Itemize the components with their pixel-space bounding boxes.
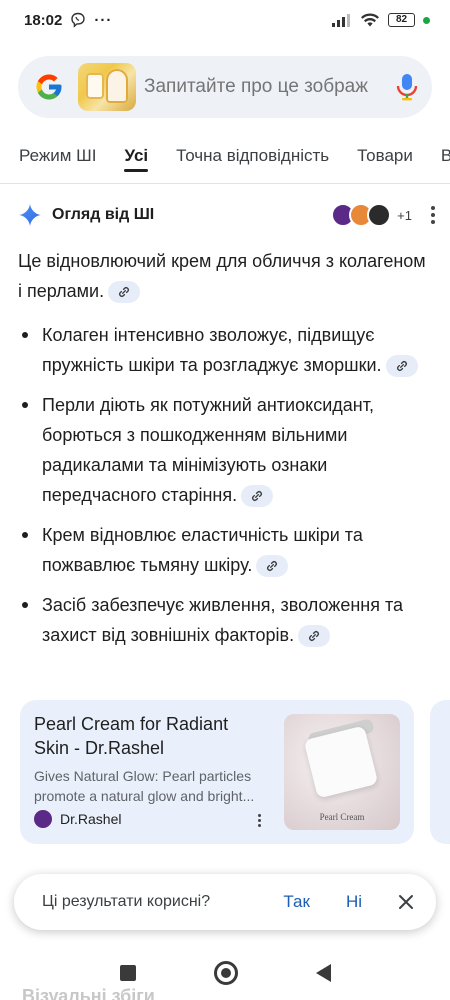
card-product-image[interactable]: Pearl Cream xyxy=(284,714,400,830)
bullet-text: Засіб забезпечує живлення, зволоження та… xyxy=(42,595,404,645)
wifi-icon xyxy=(361,13,379,27)
ai-overview-intro: Це відновлюючий крем для обличчя з колаг… xyxy=(18,246,432,306)
privacy-indicator-dot xyxy=(423,16,430,24)
source-favicon xyxy=(34,810,52,828)
source-link-chip[interactable] xyxy=(256,555,289,578)
list-item: Колаген інтенсивно зволожує, підвищує пр… xyxy=(18,320,432,380)
recent-apps-icon[interactable] xyxy=(119,965,136,981)
tab-products[interactable]: Товари xyxy=(357,128,413,183)
viber-icon xyxy=(71,12,86,28)
search-bar[interactable] xyxy=(18,56,432,118)
google-logo-icon[interactable] xyxy=(34,72,64,102)
search-tabs: Режим ШІ Усі Точна відповідність Товари … xyxy=(0,128,450,184)
battery-icon: 82 xyxy=(388,13,415,27)
source-favicon[interactable] xyxy=(367,203,392,227)
link-icon xyxy=(119,287,130,298)
card-source-name: Dr.Rashel xyxy=(60,811,122,827)
ai-overview-bullets: Колаген інтенсивно зволожує, підвищує пр… xyxy=(18,320,432,650)
card-more-options-icon[interactable] xyxy=(258,814,261,827)
link-icon xyxy=(309,631,320,642)
feedback-no-button[interactable]: Ні xyxy=(346,892,362,912)
bullet-text: Крем відновлює еластичність шкіри та пож… xyxy=(42,525,363,575)
tab-all[interactable]: Усі xyxy=(124,128,148,183)
card-title[interactable]: Pearl Cream for Radiant Skin - Dr.Rashel xyxy=(34,712,264,760)
source-link-chip[interactable] xyxy=(108,281,141,304)
source-link-chip[interactable] xyxy=(385,355,418,378)
ai-overview-header: Огляд від ШІ +1 xyxy=(18,198,436,232)
source-link-chip[interactable] xyxy=(298,625,331,648)
intro-text: Це відновлюючий крем для обличчя з колаг… xyxy=(18,251,426,301)
list-item: Крем відновлює еластичність шкіри та пож… xyxy=(18,520,432,580)
status-bar: 18:02 ··· 82 xyxy=(0,0,450,40)
more-options-icon[interactable] xyxy=(430,206,436,224)
battery-level: 82 xyxy=(395,14,408,25)
microphone-icon[interactable] xyxy=(395,72,419,102)
link-icon xyxy=(252,491,263,502)
link-icon xyxy=(267,561,278,572)
list-item: Засіб забезпечує живлення, зволоження та… xyxy=(18,590,432,650)
source-card[interactable]: Pearl Cream for Radiant Skin - Dr.Rashel… xyxy=(20,700,414,844)
back-icon[interactable] xyxy=(315,964,331,982)
next-source-card[interactable] xyxy=(430,700,450,844)
source-link-chip[interactable] xyxy=(241,485,274,508)
bullet-text: Колаген інтенсивно зволожує, підвищує пр… xyxy=(42,325,382,375)
card-snippet: Gives Natural Glow: Pearl particles prom… xyxy=(34,768,255,804)
ai-overview-body: Це відновлюючий крем для обличчя з колаг… xyxy=(18,246,432,660)
card-image-caption: Pearl Cream xyxy=(319,812,365,822)
tab-ai-mode[interactable]: Режим ШІ xyxy=(19,128,96,183)
list-item: Перли діють як потужний антиоксидант, бо… xyxy=(18,390,432,510)
close-icon[interactable] xyxy=(398,894,414,910)
source-count[interactable]: +1 xyxy=(397,208,412,223)
feedback-prompt: Ці результати корисні? Так Ні xyxy=(14,874,436,930)
feedback-yes-button[interactable]: Так xyxy=(283,892,310,912)
system-nav-bar xyxy=(0,946,450,1000)
bullet-text: Перли діють як потужний антиоксидант, бо… xyxy=(42,395,374,505)
tab-videos[interactable]: Ві xyxy=(441,128,450,183)
status-time: 18:02 xyxy=(24,11,63,29)
tab-exact-match[interactable]: Точна відповідність xyxy=(176,128,329,183)
ai-sources[interactable]: +1 xyxy=(331,203,412,227)
search-input[interactable] xyxy=(144,76,389,98)
gemini-sparkle-icon xyxy=(19,204,41,226)
link-icon xyxy=(396,361,407,372)
status-more: ··· xyxy=(94,11,113,29)
ai-overview-title: Огляд від ШІ xyxy=(52,206,155,223)
home-icon[interactable] xyxy=(213,961,238,985)
card-source[interactable]: Dr.Rashel xyxy=(34,810,121,828)
signal-icon xyxy=(332,14,350,27)
query-image-thumbnail[interactable] xyxy=(78,63,136,111)
feedback-question: Ці результати корисні? xyxy=(42,893,211,910)
